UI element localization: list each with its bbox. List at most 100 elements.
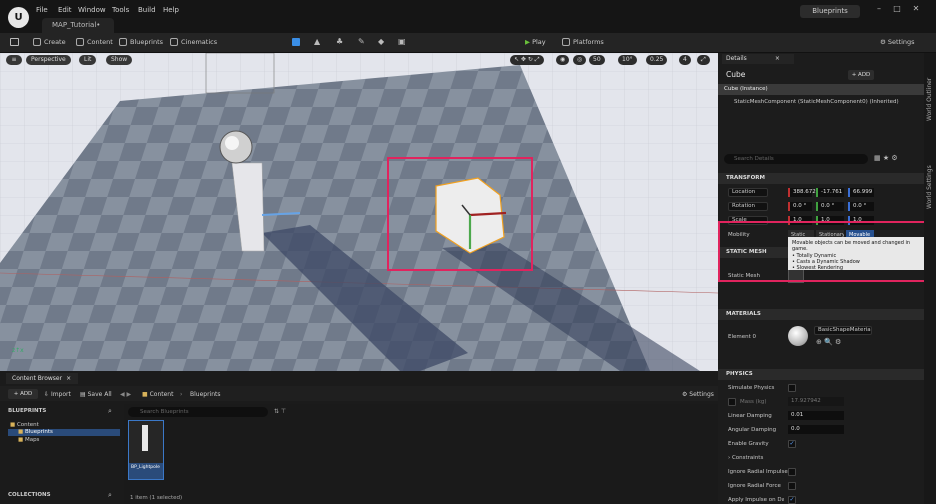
- linear-damping-field[interactable]: 0.01: [788, 411, 844, 420]
- viewport-menu-button[interactable]: ≡: [6, 55, 22, 65]
- menu-build[interactable]: Build: [138, 6, 156, 14]
- asset-grid: Search Blueprints ⇅ ⊤ BP_Lightpole 1 ite…: [124, 404, 718, 504]
- perspective-button[interactable]: Perspective: [26, 55, 71, 65]
- menu-tools[interactable]: Tools: [112, 6, 129, 14]
- constraints-row[interactable]: › Constraints: [728, 455, 763, 461]
- fracture-mode-icon[interactable]: ▣: [398, 38, 407, 46]
- create-button[interactable]: Create: [33, 38, 66, 46]
- ignore-radial-force-label: Ignore Radial Force: [728, 483, 781, 489]
- import-button[interactable]: ⇩ Import: [44, 391, 71, 398]
- show-button[interactable]: Show: [106, 55, 133, 65]
- surface-snap-icon[interactable]: ◎: [573, 55, 587, 65]
- level-tab[interactable]: MAP_Tutorial•: [42, 18, 114, 33]
- settings-button[interactable]: ⚙ Settings: [880, 38, 915, 46]
- mass-label: Mass (kg): [740, 399, 767, 405]
- cinematics-button[interactable]: Cinematics: [170, 38, 217, 46]
- details-tab-label: Details: [726, 55, 747, 62]
- location-z-field[interactable]: 66.999: [848, 188, 874, 197]
- enable-gravity-checkbox[interactable]: ✓: [788, 440, 796, 448]
- mass-field[interactable]: 17.927942: [788, 397, 844, 406]
- simulate-physics-checkbox[interactable]: [788, 384, 796, 392]
- menu-edit[interactable]: Edit: [58, 6, 72, 14]
- tree-item-blueprints[interactable]: ■ Blueprints: [8, 429, 120, 436]
- search-icon[interactable]: ⌕: [108, 491, 112, 500]
- menu-help[interactable]: Help: [163, 6, 179, 14]
- scale-snap-button[interactable]: 0.25: [646, 55, 668, 65]
- axis-gizmo-icon: z↑x: [12, 347, 24, 354]
- menu-window[interactable]: Window: [78, 6, 106, 14]
- location-x-field[interactable]: 388.672: [788, 188, 816, 197]
- sources-header[interactable]: BLUEPRINTS: [8, 408, 46, 414]
- material-thumbnail[interactable]: [788, 326, 808, 346]
- angular-damping-field[interactable]: 0.0: [788, 425, 844, 434]
- ignore-radial-force-checkbox[interactable]: [788, 482, 796, 490]
- world-local-icon[interactable]: ◉: [556, 55, 570, 65]
- blueprints-label: Blueprints: [130, 38, 164, 46]
- grid-snap-button[interactable]: 50: [589, 55, 605, 65]
- apply-impulse-checkbox[interactable]: ✓: [788, 496, 796, 504]
- level-viewport[interactable]: ≡ Perspective Lit Show ↖ ✥ ↻ ⤢ ◉ ◎ 50 10…: [0, 53, 718, 371]
- add-component-button[interactable]: + ADD: [848, 70, 874, 80]
- save-all-button[interactable]: ▤ Save All: [80, 391, 112, 398]
- rotation-x-field[interactable]: 0.0 °: [788, 202, 812, 211]
- paint-mode-icon[interactable]: ✎: [358, 38, 367, 46]
- close-icon[interactable]: ×: [66, 375, 71, 382]
- location-y-field[interactable]: -17.761: [816, 188, 844, 197]
- path-content[interactable]: ■ Content: [142, 391, 173, 398]
- blueprints-badge[interactable]: Blueprints: [800, 5, 860, 18]
- world-settings-tab[interactable]: World Settings: [926, 139, 933, 209]
- details-tab[interactable]: Details ×: [722, 54, 794, 64]
- close-icon[interactable]: ×: [775, 55, 780, 62]
- path-blueprints[interactable]: Blueprints: [190, 391, 221, 398]
- rotation-z-field[interactable]: 0.0 °: [848, 202, 874, 211]
- tree-item-maps[interactable]: ■ Maps: [18, 437, 39, 443]
- lit-button[interactable]: Lit: [79, 55, 97, 65]
- world-outliner-tab[interactable]: World Outliner: [926, 61, 933, 121]
- camera-speed-button[interactable]: 4: [679, 55, 691, 65]
- location-dropdown[interactable]: Location: [728, 188, 768, 197]
- content-browser-tab[interactable]: Content Browser ×: [6, 373, 78, 384]
- search-icon[interactable]: ⌕: [108, 407, 112, 416]
- unreal-logo-icon[interactable]: U: [8, 7, 29, 28]
- import-icon: ⇩: [44, 391, 51, 398]
- cb-add-button[interactable]: + ADD: [8, 389, 38, 399]
- foliage-mode-icon[interactable]: ♣: [336, 38, 345, 46]
- material-dropdown[interactable]: BasicShapeMaterial: [814, 326, 872, 335]
- material-browse-icons[interactable]: ⊕ 🔍 ⚙: [816, 338, 841, 346]
- maximize-viewport-icon[interactable]: ⤢: [697, 55, 710, 65]
- transform-tools[interactable]: ↖ ✥ ↻ ⤢: [510, 55, 544, 65]
- play-button[interactable]: ▶ Play: [525, 38, 546, 46]
- search-details-input[interactable]: Search Details: [724, 154, 868, 164]
- filter-icon[interactable]: ⇅ ⊤: [274, 408, 286, 415]
- close-button[interactable]: ✕: [908, 4, 924, 18]
- apply-impulse-label: Apply Impulse on Damage: [728, 497, 784, 503]
- content-button[interactable]: Content: [76, 38, 113, 46]
- transform-section-header[interactable]: TRANSFORM: [718, 173, 924, 184]
- menu-file[interactable]: File: [36, 6, 48, 14]
- collections-header[interactable]: COLLECTIONS: [8, 492, 51, 498]
- modeling-mode-icon[interactable]: ◆: [378, 38, 387, 46]
- search-blueprints-input[interactable]: Search Blueprints: [128, 407, 268, 417]
- rotation-dropdown[interactable]: Rotation: [728, 202, 768, 211]
- maximize-button[interactable]: □: [889, 4, 905, 18]
- component-row[interactable]: StaticMeshComponent (StaticMeshComponent…: [734, 99, 922, 109]
- select-mode-icon[interactable]: [292, 38, 300, 46]
- ignore-radial-impulse-checkbox[interactable]: [788, 468, 796, 476]
- details-view-options-icon[interactable]: ▦ ★ ⚙: [874, 154, 898, 162]
- physics-section-header[interactable]: PHYSICS: [718, 369, 924, 380]
- materials-section-header[interactable]: MATERIALS: [718, 309, 924, 320]
- save-icon[interactable]: [10, 38, 19, 46]
- landscape-mode-icon[interactable]: ▲: [314, 38, 323, 46]
- angle-snap-button[interactable]: 10°: [618, 55, 637, 65]
- blueprints-button[interactable]: Blueprints: [119, 38, 163, 46]
- minimize-button[interactable]: –: [871, 4, 887, 18]
- history-nav-icons[interactable]: ◀ ▶: [120, 391, 131, 398]
- mass-override-checkbox[interactable]: [728, 398, 736, 406]
- cb-settings-button[interactable]: ⚙ Settings: [682, 391, 714, 398]
- create-label: Create: [44, 38, 66, 46]
- instance-row[interactable]: Cube (Instance): [718, 84, 924, 95]
- asset-tile[interactable]: BP_Lightpole: [128, 420, 164, 480]
- tree-item-content[interactable]: ■ Content: [10, 422, 39, 428]
- platforms-button[interactable]: Platforms: [562, 38, 604, 46]
- rotation-y-field[interactable]: 0.0 °: [816, 202, 844, 211]
